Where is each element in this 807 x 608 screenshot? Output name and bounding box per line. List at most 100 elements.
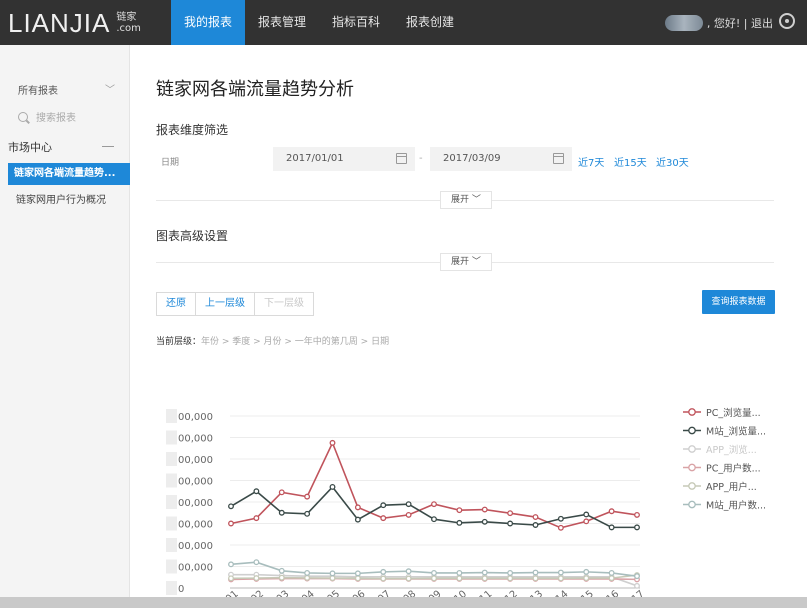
data-point <box>481 569 488 576</box>
data-point <box>253 515 260 522</box>
data-point <box>557 515 564 522</box>
data-point <box>329 575 336 582</box>
y-tick-label: 00,000 <box>178 563 213 574</box>
y-tick-label: 00,000 <box>178 498 213 509</box>
data-point <box>481 575 488 582</box>
data-point <box>304 510 311 517</box>
data-point <box>405 511 412 518</box>
data-point <box>354 575 361 582</box>
y-tick-label: 00,000 <box>178 541 213 552</box>
data-point <box>329 570 336 577</box>
data-point <box>431 501 437 508</box>
legend-marker <box>688 482 696 490</box>
data-point <box>583 575 590 582</box>
legend-label: M站_浏览量... <box>706 426 766 438</box>
data-point <box>583 518 590 525</box>
data-point <box>405 575 412 582</box>
y-tick-mask <box>166 516 177 531</box>
y-tick-mask <box>166 581 177 595</box>
data-point <box>278 567 285 574</box>
data-point <box>608 524 615 531</box>
data-point <box>405 568 412 575</box>
data-point <box>329 439 336 446</box>
data-point <box>557 569 564 576</box>
series-line <box>230 440 638 529</box>
data-point <box>304 574 311 581</box>
legend-marker <box>688 408 696 416</box>
data-point <box>228 561 234 568</box>
data-point <box>431 570 437 576</box>
y-tick-label: 00,000 <box>178 434 213 445</box>
data-point <box>354 570 361 577</box>
data-point <box>608 575 615 582</box>
y-tick-label: 00,000 <box>178 477 213 488</box>
data-point <box>507 510 514 517</box>
y-tick-label: 00,000 <box>178 520 213 531</box>
data-point <box>532 514 539 520</box>
legend-marker <box>688 500 696 509</box>
y-tick-mask <box>166 538 177 552</box>
y-tick-mask <box>166 409 177 423</box>
legend-marker <box>688 426 696 435</box>
y-tick-mask <box>166 452 177 466</box>
data-point <box>405 501 412 508</box>
y-tick-mask <box>166 430 177 445</box>
data-point <box>354 504 361 511</box>
data-point <box>228 503 234 510</box>
data-point <box>634 573 640 580</box>
legend-label: APP_用户... <box>706 481 757 493</box>
data-point <box>278 509 285 516</box>
data-point <box>431 575 437 582</box>
data-point <box>456 570 463 576</box>
data-point <box>557 524 564 531</box>
data-point <box>532 569 539 576</box>
y-tick-mask <box>166 495 177 509</box>
legend-label: PC_浏览量... <box>706 407 761 419</box>
y-tick-label: 0 <box>178 584 184 595</box>
data-point <box>481 518 488 525</box>
data-point <box>253 488 260 495</box>
legend-label: PC_用户数... <box>706 463 761 475</box>
data-point <box>278 574 285 581</box>
data-point <box>228 520 234 527</box>
data-point <box>634 582 640 589</box>
data-point <box>329 484 336 490</box>
y-tick-mask <box>166 473 177 488</box>
data-point <box>304 570 311 576</box>
data-point <box>557 575 564 582</box>
data-point <box>380 515 387 522</box>
y-tick-label: 00,000 <box>178 412 213 423</box>
data-point <box>634 511 640 518</box>
data-point <box>380 502 387 509</box>
data-point <box>253 559 260 566</box>
data-point <box>507 570 514 576</box>
data-point <box>354 516 361 523</box>
data-point <box>380 575 387 582</box>
legend-label: M站_用户数... <box>706 500 766 512</box>
data-point <box>532 522 539 528</box>
data-point <box>507 520 514 527</box>
data-point <box>431 516 437 523</box>
data-point <box>456 575 463 582</box>
data-point <box>608 570 615 576</box>
data-point <box>456 507 463 514</box>
data-point <box>532 575 539 582</box>
legend-label: APP_浏览... <box>706 444 757 456</box>
legend-marker <box>688 463 696 472</box>
legend-marker <box>688 445 696 453</box>
traffic-line-chart: 0 00,000 00,000 00,000 00,000 00,000 00,000 00,… <box>166 407 766 605</box>
y-tick-mask <box>166 559 177 574</box>
bottom-scrollbar[interactable] <box>0 597 807 608</box>
data-point <box>507 575 514 582</box>
data-point <box>253 575 260 582</box>
data-point <box>481 506 488 513</box>
data-point <box>634 524 640 531</box>
data-point <box>228 575 234 582</box>
y-tick-label: 00,000 <box>178 455 213 466</box>
data-point <box>380 568 387 575</box>
data-point <box>278 489 285 496</box>
data-point <box>583 511 590 518</box>
data-point <box>456 519 463 526</box>
data-point <box>583 568 590 575</box>
data-point <box>304 493 311 500</box>
